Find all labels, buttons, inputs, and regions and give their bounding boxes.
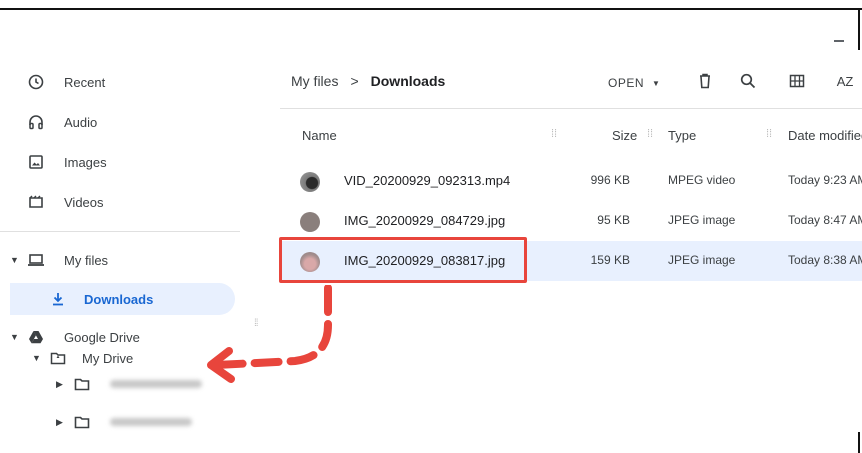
sidebar-item-label: My files [64,252,109,268]
headphones-icon [26,112,46,132]
table-row[interactable]: IMG_20200929_084729.jpg 95 KB JPEG image… [280,201,862,241]
folder-icon [72,374,92,394]
chevron-down-icon[interactable]: ▼ [32,353,44,363]
toolbar-divider [280,108,862,109]
chevron-right-icon[interactable]: ▶ [56,379,68,390]
toolbar: OPEN ▼ [608,70,660,96]
clock-icon [26,72,46,92]
breadcrumb-downloads[interactable]: Downloads [371,73,446,89]
file-date: Today 8:38 AM [788,253,862,267]
chevron-down-icon[interactable]: ▼ [10,255,22,265]
breadcrumb-separator: > [350,73,359,89]
file-type: JPEG image [668,253,736,267]
sidebar-item-label: Images [64,154,107,170]
sidebar-item-audio[interactable]: Audio [26,108,97,136]
column-header-date[interactable]: Date modified [788,128,862,143]
column-header-name[interactable]: Name [302,128,337,143]
folder-icon [72,412,92,432]
file-size: 996 KB [590,173,630,187]
sort-button[interactable]: AZ [832,68,858,94]
sidebar-item-images[interactable]: Images [26,148,107,176]
laptop-icon [26,250,46,270]
chevron-down-icon: ▼ [652,78,661,88]
sidebar-item-my-drive[interactable]: ▼ My Drive [32,344,133,372]
annotation-highlight-box [279,237,527,283]
search-icon [740,73,756,89]
image-icon [26,152,46,172]
image-thumbnail [300,212,320,232]
file-size: 159 KB [590,253,630,267]
file-date: Today 8:47 AM [788,213,862,227]
table-row[interactable]: VID_20200929_092313.mp4 996 KB MPEG vide… [280,161,862,201]
file-size: 95 KB [597,213,630,227]
sidebar-item-folder[interactable]: ▶ [56,370,202,398]
window-frame-right-bottom [858,432,860,453]
trash-icon [700,73,710,89]
window-frame-right [858,10,860,50]
sidebar-divider [0,231,240,232]
blurred-folder-name [110,418,192,426]
video-thumbnail [300,172,320,192]
minimize-button[interactable] [832,22,846,42]
blurred-folder-name [110,380,202,388]
sidebar-item-label: Google Drive [64,329,140,345]
breadcrumb: My files > Downloads [291,73,445,89]
sidebar-item-label: Videos [64,194,104,210]
file-type: JPEG image [668,213,736,227]
sidebar-item-recent[interactable]: Recent [26,68,105,96]
sidebar-item-my-files[interactable]: ▼ My files [10,246,108,274]
drive-folder-icon [48,348,68,368]
file-name: IMG_20200929_084729.jpg [344,213,506,228]
breadcrumb-my-files[interactable]: My files [291,73,338,89]
column-header-size[interactable]: Size [612,128,637,143]
file-type: MPEG video [668,173,736,187]
sidebar-item-label: Recent [64,74,106,90]
chevron-down-icon[interactable]: ▼ [10,332,22,342]
sidebar-item-folder[interactable]: ▶ [56,408,192,436]
column-resize-handle[interactable]: ⁞⁞ [766,128,772,140]
sidebar-item-videos[interactable]: Videos [26,188,104,216]
grid-icon [789,74,805,88]
open-button-label: OPEN [608,76,645,90]
sidebar-item-label: Downloads [84,291,154,307]
column-header-type[interactable]: Type [668,128,696,143]
film-icon [26,192,46,212]
sort-az-icon: AZ [836,73,854,89]
column-resize-handle[interactable]: ⁞⁞ [551,128,557,140]
download-icon [48,289,68,309]
search-button[interactable] [735,68,761,94]
grid-view-button[interactable] [784,68,810,94]
sidebar-item-label: My Drive [82,350,134,366]
delete-button[interactable] [692,68,718,94]
annotation-drag-arrow [207,285,332,383]
sidebar-item-label: Audio [64,114,98,130]
column-resize-handle[interactable]: ⁞⁞ [647,128,653,140]
open-button[interactable]: OPEN ▼ [608,76,660,90]
window-frame-top [0,8,862,10]
chevron-right-icon[interactable]: ▶ [56,417,68,428]
file-date: Today 9:23 AM [788,173,862,187]
sidebar: Recent Audio Images Videos ▼ My files Do… [0,60,258,453]
sidebar-item-downloads[interactable]: Downloads [48,285,153,313]
file-name: VID_20200929_092313.mp4 [344,173,511,188]
